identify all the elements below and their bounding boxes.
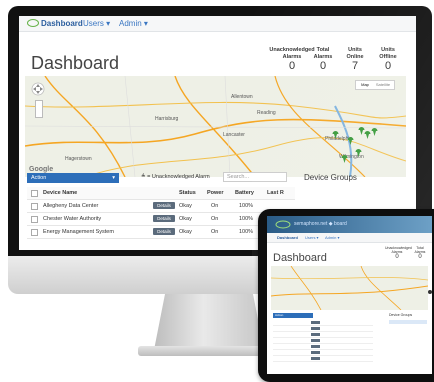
table-header-row: Device Name Status Power Battery Last R bbox=[27, 187, 295, 200]
map-markers bbox=[332, 127, 378, 163]
map-marker bbox=[347, 137, 354, 145]
device-name[interactable]: Allegheny Data Center bbox=[43, 200, 98, 212]
device-status: Okay bbox=[179, 229, 192, 235]
stat-label: Units Online bbox=[346, 47, 364, 60]
device-battery: 100% bbox=[239, 203, 254, 209]
details-button[interactable] bbox=[311, 333, 320, 336]
stat-units-online: Units Online 7 bbox=[342, 47, 368, 72]
tablet-map-roads bbox=[271, 266, 428, 310]
device-name[interactable]: Chester Water Authority bbox=[43, 213, 101, 225]
details-button[interactable] bbox=[311, 345, 320, 348]
tablet-nav-dashboard[interactable]: Dashboard bbox=[277, 235, 298, 240]
row-checkbox[interactable] bbox=[31, 203, 38, 210]
column-header-power[interactable]: Power bbox=[207, 187, 224, 199]
stat-total-alarms: Total Alarms 0 bbox=[312, 47, 334, 72]
details-button[interactable]: Details bbox=[153, 228, 175, 235]
stat-label: Unacknowledged Alarms bbox=[385, 246, 412, 254]
device-battery: 100% bbox=[239, 229, 254, 235]
tablet-stat: Total Alarms 0 bbox=[412, 246, 428, 260]
stat-label: Unacknowledged Alarms bbox=[269, 47, 315, 60]
tablet-brand: semaphore.net ◆ board bbox=[294, 221, 347, 227]
action-dropdown[interactable]: Action ▾ bbox=[27, 173, 119, 183]
stat-value: 0 bbox=[288, 60, 296, 72]
nav-admin-menu[interactable]: Admin ▾ bbox=[119, 19, 148, 28]
device-name[interactable]: Energy Management System bbox=[43, 226, 114, 238]
details-button[interactable] bbox=[311, 339, 320, 342]
tablet-page-title: Dashboard bbox=[273, 252, 327, 264]
device-power: On bbox=[211, 203, 219, 209]
map-marker bbox=[341, 155, 348, 163]
details-button[interactable]: Details bbox=[153, 215, 175, 222]
tablet-header-banner: semaphore.net ◆ board bbox=[267, 216, 432, 233]
stat-units-offline: Units Offline 0 bbox=[375, 47, 401, 72]
table-row[interactable]: Chester Water Authority Details Okay On … bbox=[27, 213, 295, 226]
column-header-last-reading[interactable]: Last R bbox=[267, 187, 284, 199]
select-all-checkbox[interactable] bbox=[31, 190, 38, 197]
table-row[interactable]: Energy Management System Details Okay On… bbox=[27, 226, 295, 239]
device-groups-title: Device Groups bbox=[304, 173, 357, 182]
tablet-navbar: Dashboard Users ▾ Admin ▾ bbox=[267, 233, 432, 243]
logo-icon bbox=[27, 19, 39, 27]
device-power: On bbox=[211, 229, 219, 235]
monitor-stand bbox=[154, 294, 264, 350]
details-button[interactable] bbox=[311, 327, 320, 330]
stat-value: 7 bbox=[351, 60, 359, 72]
details-button[interactable] bbox=[311, 321, 320, 324]
tablet-nav-users[interactable]: Users ▾ bbox=[305, 235, 319, 240]
nav-dashboard-link[interactable]: Dashboard bbox=[41, 19, 83, 28]
map-marker bbox=[332, 131, 339, 139]
logo-icon bbox=[275, 220, 291, 229]
stat-label: Total Alarms bbox=[313, 47, 333, 60]
page-title: Dashboard bbox=[31, 53, 120, 73]
navbar: Dashboard Users ▾ Admin ▾ bbox=[19, 16, 416, 32]
action-label: Action bbox=[31, 175, 47, 181]
column-header-device-name[interactable]: Device Name bbox=[43, 187, 77, 199]
map-marker bbox=[358, 127, 365, 135]
device-power: On bbox=[211, 216, 219, 222]
table-row[interactable] bbox=[273, 356, 373, 362]
details-button[interactable]: Details bbox=[153, 202, 175, 209]
tablet-action-dropdown[interactable]: Action bbox=[273, 313, 313, 318]
tablet-device-groups-title: Device Groups bbox=[389, 313, 413, 317]
stat-value: 0 bbox=[319, 60, 327, 72]
nav-users-menu[interactable]: Users ▾ bbox=[83, 19, 110, 28]
device-group-item[interactable] bbox=[389, 325, 427, 329]
stat-value: 0 bbox=[384, 60, 392, 72]
device-battery: 100% bbox=[239, 216, 254, 222]
tablet-camera bbox=[428, 290, 432, 294]
column-header-battery[interactable]: Battery bbox=[235, 187, 254, 199]
unacknowledged-filter[interactable]: ≜ = Unacknowledged Alarm bbox=[141, 174, 210, 180]
map-toggle-satellite[interactable]: Satellite bbox=[374, 81, 392, 89]
stat-value: 0 bbox=[395, 254, 399, 260]
chevron-down-icon: ▾ bbox=[112, 175, 115, 181]
tablet-map-view[interactable] bbox=[271, 266, 428, 310]
row-checkbox[interactable] bbox=[31, 216, 38, 223]
tablet-stat: Unacknowledged Alarms 0 bbox=[385, 246, 412, 260]
device-status: Okay bbox=[179, 203, 192, 209]
stat-label: Total Alarms bbox=[414, 246, 426, 254]
details-button[interactable] bbox=[311, 357, 320, 360]
map-toggle-map[interactable]: Map bbox=[356, 81, 374, 89]
device-group-item[interactable] bbox=[389, 320, 427, 324]
map-marker bbox=[364, 131, 371, 139]
tablet-nav-admin[interactable]: Admin ▾ bbox=[325, 235, 339, 240]
map-type-toggle[interactable]: Map Satellite bbox=[355, 80, 395, 90]
tablet-screen: semaphore.net ◆ board Dashboard Users ▾ … bbox=[267, 216, 432, 374]
search-input[interactable]: Search... bbox=[223, 172, 287, 182]
map-view[interactable]: Allentown Harrisburg Reading Lancaster P… bbox=[25, 76, 406, 177]
stat-value: 0 bbox=[418, 254, 422, 260]
stat-label: Units Offline bbox=[379, 47, 397, 60]
details-button[interactable] bbox=[311, 351, 320, 354]
map-marker bbox=[355, 149, 362, 157]
stat-unacknowledged-alarms: Unacknowledged Alarms 0 bbox=[269, 47, 315, 72]
map-marker bbox=[371, 128, 378, 136]
table-row[interactable]: Allegheny Data Center Details Okay On 10… bbox=[27, 200, 295, 213]
column-header-status[interactable]: Status bbox=[179, 187, 196, 199]
device-status: Okay bbox=[179, 216, 192, 222]
row-checkbox[interactable] bbox=[31, 229, 38, 236]
